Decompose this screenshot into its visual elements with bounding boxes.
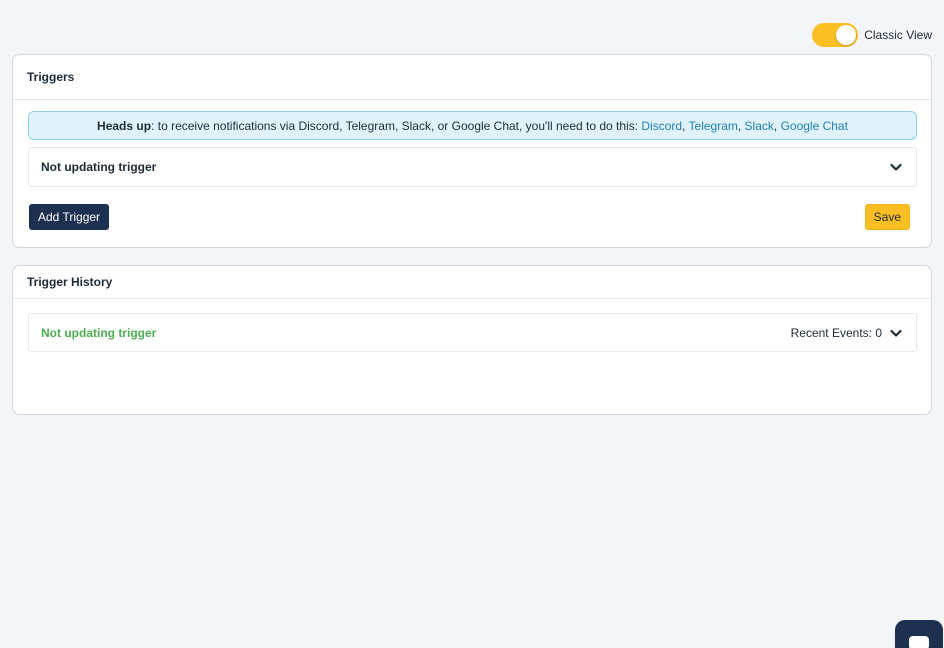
recent-events-count: Recent Events: 0 [790, 325, 882, 340]
add-trigger-button[interactable]: Add Trigger [29, 204, 110, 230]
trigger-history-title: Trigger History [13, 266, 931, 299]
triggers-card: Triggers Heads up: to receive notificati… [12, 54, 932, 248]
chat-widget-button[interactable] [895, 620, 943, 648]
alert-separator: , [773, 118, 781, 133]
triggers-card-title: Triggers [13, 55, 931, 100]
trigger-history-card: Trigger History Not updating trigger Rec… [12, 265, 932, 415]
telegram-link[interactable]: Telegram [689, 119, 738, 133]
chevron-down-icon[interactable] [888, 325, 904, 341]
alert-heading: Heads up [97, 118, 152, 133]
history-item-title: Not updating trigger [41, 325, 157, 340]
alert-separator: , [737, 118, 745, 133]
trigger-item-title: Not updating trigger [41, 160, 157, 174]
alert-text: : to receive notifications via Discord, … [151, 118, 642, 133]
save-button[interactable]: Save [864, 204, 910, 230]
trigger-accordion-item[interactable]: Not updating trigger [28, 147, 917, 187]
google-chat-link[interactable]: Google Chat [781, 119, 848, 133]
toggle-knob [836, 25, 857, 45]
classic-view-toggle[interactable] [812, 23, 859, 47]
chevron-down-icon[interactable] [888, 159, 904, 175]
notification-info-alert: Heads up: to receive notifications via D… [28, 111, 917, 140]
slack-link[interactable]: Slack [745, 119, 774, 133]
discord-link[interactable]: Discord [641, 119, 682, 133]
classic-view-label: Classic View [864, 28, 932, 42]
chat-icon [909, 636, 929, 648]
history-accordion-item[interactable]: Not updating trigger Recent Events: 0 [28, 313, 917, 352]
view-toggle-row: Classic View [812, 23, 932, 47]
